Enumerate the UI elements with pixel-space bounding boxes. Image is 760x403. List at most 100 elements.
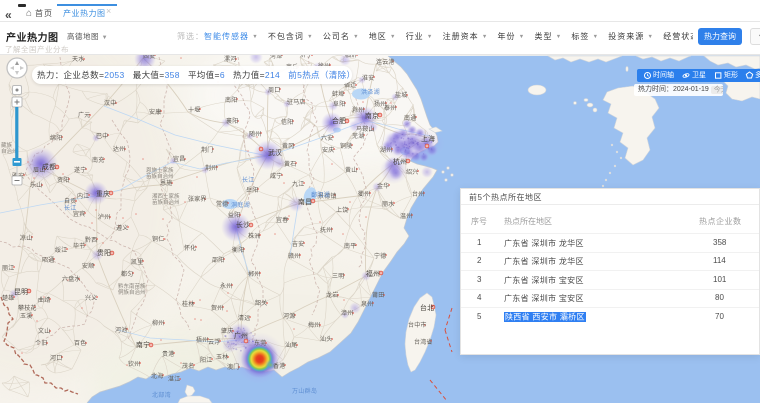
svg-text:柳州: 柳州 bbox=[152, 319, 164, 327]
svg-text:茂名: 茂名 bbox=[182, 362, 194, 370]
svg-text:赣州: 赣州 bbox=[288, 252, 300, 260]
svg-text:济宁: 济宁 bbox=[300, 55, 312, 59]
svg-text:昭通: 昭通 bbox=[42, 256, 54, 264]
svg-text:安庆: 安庆 bbox=[322, 146, 334, 154]
svg-text:毕节: 毕节 bbox=[73, 242, 85, 250]
svg-text:台州: 台州 bbox=[412, 190, 424, 198]
svg-text:钦州: 钦州 bbox=[128, 360, 140, 368]
svg-text:衢州: 衢州 bbox=[358, 190, 370, 198]
svg-text:汉中: 汉中 bbox=[104, 99, 116, 107]
svg-text:莆田: 莆田 bbox=[372, 291, 384, 299]
svg-text:澳门: 澳门 bbox=[227, 363, 239, 371]
svg-text:昆明: 昆明 bbox=[14, 288, 28, 296]
svg-text:岳阳: 岳阳 bbox=[246, 186, 258, 194]
svg-text:合肥: 合肥 bbox=[332, 116, 346, 125]
svg-text:漳州: 漳州 bbox=[341, 309, 353, 317]
svg-text:鄱阳湖: 鄱阳湖 bbox=[311, 191, 330, 199]
svg-text:南阳: 南阳 bbox=[225, 96, 237, 104]
svg-text:菏泽: 菏泽 bbox=[270, 55, 282, 60]
svg-text:怀化: 怀化 bbox=[184, 244, 196, 252]
svg-text:泸州: 泸州 bbox=[98, 213, 110, 221]
svg-text:贵阳: 贵阳 bbox=[97, 248, 111, 257]
svg-text:都匀: 都匀 bbox=[121, 270, 133, 278]
svg-text:洞庭湖: 洞庭湖 bbox=[231, 201, 250, 209]
svg-text:宜春: 宜春 bbox=[276, 216, 288, 224]
svg-text:东莞: 东莞 bbox=[254, 339, 266, 347]
svg-text:桂林: 桂林 bbox=[182, 300, 194, 308]
svg-text:肇庆: 肇庆 bbox=[221, 327, 233, 335]
svg-text:侗族自治州: 侗族自治州 bbox=[118, 288, 146, 296]
svg-text:北部湾: 北部湾 bbox=[152, 391, 171, 399]
svg-text:苗族自治州: 苗族自治州 bbox=[146, 172, 174, 180]
svg-text:南宁: 南宁 bbox=[136, 340, 150, 349]
svg-text:邵阳: 邵阳 bbox=[212, 256, 224, 264]
svg-text:驻马店: 驻马店 bbox=[287, 98, 306, 106]
svg-text:文山: 文山 bbox=[38, 327, 50, 335]
svg-text:杭州: 杭州 bbox=[393, 157, 407, 166]
svg-text:南京: 南京 bbox=[365, 111, 379, 120]
svg-text:恩施土家族: 恩施土家族 bbox=[146, 166, 174, 174]
svg-text:云浮: 云浮 bbox=[208, 338, 220, 346]
svg-text:台北: 台北 bbox=[420, 303, 434, 312]
svg-text:台中市: 台中市 bbox=[408, 321, 427, 329]
svg-text:淮安: 淮安 bbox=[362, 74, 374, 82]
svg-text:凉山: 凉山 bbox=[20, 234, 32, 242]
svg-text:绵阳: 绵阳 bbox=[50, 134, 62, 142]
svg-text:宜昌: 宜昌 bbox=[173, 155, 185, 163]
svg-text:遵义: 遵义 bbox=[116, 224, 128, 232]
svg-text:南通: 南通 bbox=[404, 114, 416, 122]
svg-text:黄冈: 黄冈 bbox=[282, 142, 294, 150]
svg-text:九江: 九江 bbox=[292, 180, 304, 188]
svg-text:绥江: 绥江 bbox=[55, 246, 67, 254]
svg-text:成都: 成都 bbox=[42, 162, 56, 171]
svg-text:洪泽湖: 洪泽湖 bbox=[361, 88, 380, 96]
svg-text:台湾省: 台湾省 bbox=[414, 338, 433, 346]
svg-text:河源: 河源 bbox=[283, 312, 295, 320]
svg-text:兴义: 兴义 bbox=[85, 294, 97, 302]
svg-text:汕头: 汕头 bbox=[320, 335, 332, 343]
svg-text:温州: 温州 bbox=[400, 212, 412, 220]
svg-text:铜陵: 铜陵 bbox=[340, 142, 352, 150]
svg-text:万山群岛: 万山群岛 bbox=[292, 387, 317, 395]
svg-text:荆州: 荆州 bbox=[205, 164, 217, 172]
svg-text:苗族自治州: 苗族自治州 bbox=[152, 198, 180, 206]
svg-text:黔西: 黔西 bbox=[85, 236, 97, 244]
svg-text:资阳: 资阳 bbox=[57, 176, 69, 184]
svg-text:铜仁: 铜仁 bbox=[152, 235, 164, 243]
svg-text:龙岩: 龙岩 bbox=[326, 291, 338, 299]
svg-text:楚雄: 楚雄 bbox=[2, 294, 14, 302]
svg-text:湖州: 湖州 bbox=[380, 146, 392, 154]
svg-text:香港: 香港 bbox=[273, 362, 285, 370]
svg-text:郴州: 郴州 bbox=[248, 270, 260, 278]
svg-text:达州: 达州 bbox=[113, 145, 125, 153]
svg-text:南充: 南充 bbox=[92, 156, 104, 164]
svg-text:十堰: 十堰 bbox=[188, 106, 200, 114]
svg-text:马鞍山: 马鞍山 bbox=[356, 125, 375, 133]
svg-text:六安: 六安 bbox=[321, 134, 333, 142]
svg-text:泉州: 泉州 bbox=[361, 300, 373, 308]
svg-text:上海: 上海 bbox=[421, 134, 435, 143]
svg-text:广元: 广元 bbox=[78, 111, 90, 119]
svg-text:天水: 天水 bbox=[72, 55, 84, 63]
svg-text:咸宁: 咸宁 bbox=[270, 172, 282, 180]
svg-text:长江: 长江 bbox=[242, 176, 255, 184]
svg-text:宁德: 宁德 bbox=[374, 252, 386, 260]
svg-text:泰州: 泰州 bbox=[384, 104, 396, 112]
svg-text:连云港: 连云港 bbox=[376, 58, 395, 66]
svg-text:三明: 三明 bbox=[332, 273, 344, 280]
svg-text:绍兴: 绍兴 bbox=[406, 168, 418, 176]
svg-text:阳江: 阳江 bbox=[200, 356, 212, 364]
svg-text:黄山: 黄山 bbox=[345, 166, 357, 174]
svg-text:广州: 广州 bbox=[234, 331, 248, 340]
svg-text:自贡: 自贡 bbox=[64, 197, 76, 205]
svg-text:信阳: 信阳 bbox=[281, 118, 293, 126]
svg-text:盐城: 盐城 bbox=[395, 91, 407, 99]
svg-text:西安: 西安 bbox=[143, 55, 155, 60]
svg-text:襄阳: 襄阳 bbox=[226, 117, 238, 125]
svg-text:湛江: 湛江 bbox=[168, 376, 180, 383]
svg-text:芜湖: 芜湖 bbox=[352, 132, 364, 140]
svg-text:吉安: 吉安 bbox=[292, 240, 304, 248]
svg-text:安康: 安康 bbox=[149, 108, 161, 116]
svg-text:金华: 金华 bbox=[377, 182, 389, 190]
svg-text:周口: 周口 bbox=[268, 87, 280, 94]
